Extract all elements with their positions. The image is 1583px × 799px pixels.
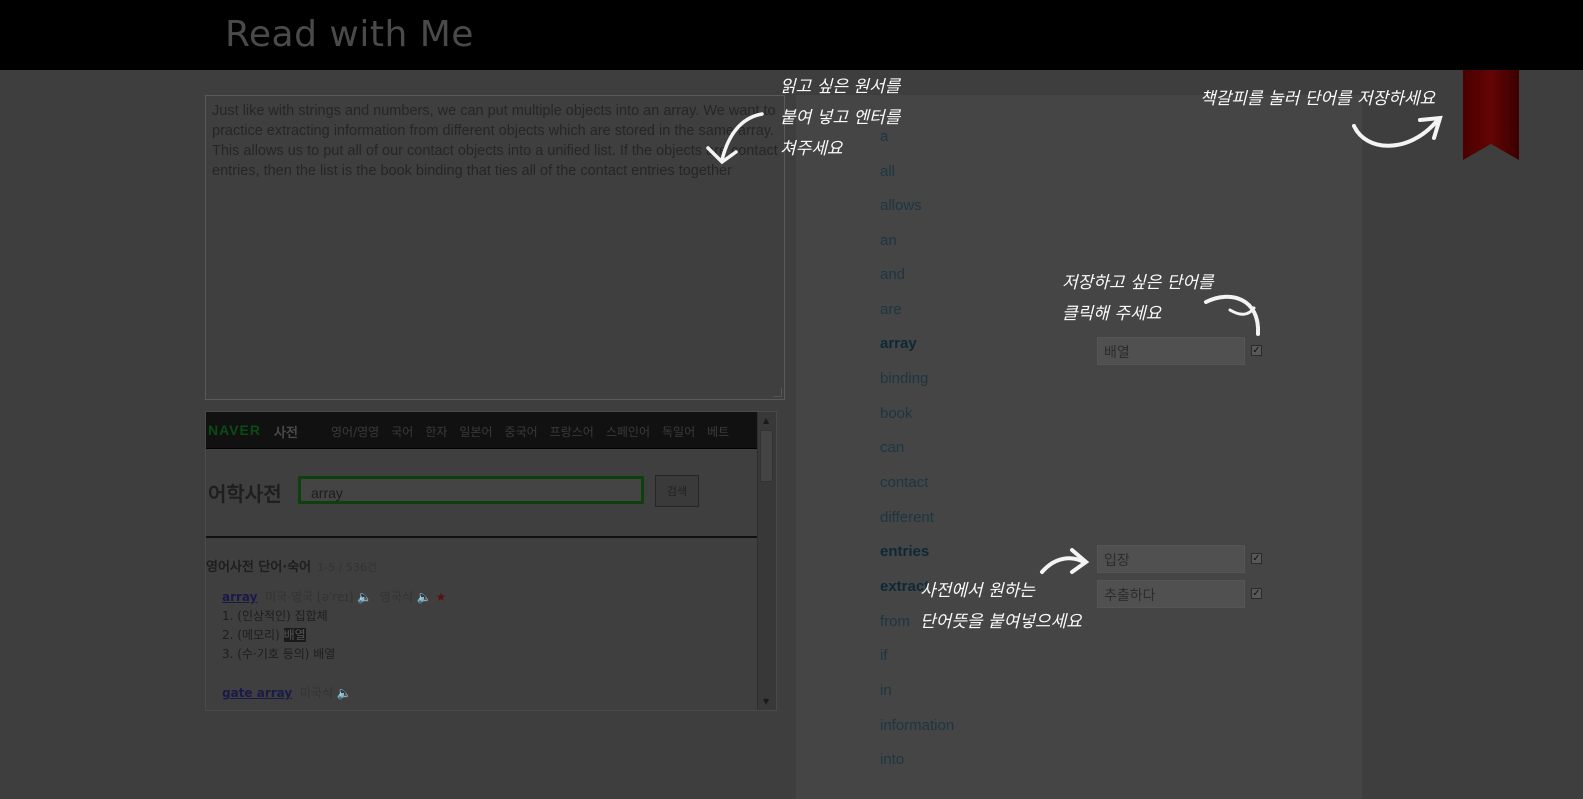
speaker-icon[interactable]: 🔈	[357, 590, 372, 604]
save-checkbox[interactable]: ✓	[1251, 553, 1262, 564]
dictionary-title: 어학사전	[208, 482, 282, 506]
word-item[interactable]: contact	[880, 474, 928, 491]
tab-hanja[interactable]: 한자	[425, 423, 447, 440]
save-checkbox[interactable]: ✓	[1251, 588, 1262, 599]
document-paragraph: This allows us to put all of our contact…	[212, 143, 778, 179]
bookmark-icon[interactable]	[1463, 70, 1519, 160]
word-item[interactable]: and	[880, 266, 905, 283]
scroll-up-icon[interactable]: ▲	[763, 416, 769, 425]
entry-sense: 3. (수·기호 등의) 배열	[222, 647, 336, 661]
resize-grip[interactable]	[773, 388, 782, 397]
word-item[interactable]: allows	[880, 197, 922, 214]
tab-zh[interactable]: 중국어	[505, 423, 538, 440]
word-item[interactable]: from	[880, 613, 910, 630]
arrow-icon	[1352, 115, 1443, 148]
entry-pronunciation: 미국식	[299, 686, 333, 700]
word-item-selected[interactable]: array	[880, 335, 917, 352]
dictionary-language-tabs: 영어/영영 국어 한자 일본어 중국어 프랑스어 스페인어 독일어 베트	[331, 423, 729, 440]
dictionary-nav: NAVER 사전 영어/영영 국어 한자 일본어 중국어 프랑스어 스페인어 독…	[206, 412, 758, 449]
tab-de[interactable]: 독일어	[662, 423, 695, 440]
save-checkbox[interactable]: ✓	[1251, 345, 1262, 356]
speaker-icon[interactable]: 🔈	[337, 686, 352, 700]
dictionary-search-input[interactable]: array	[298, 476, 644, 504]
dictionary-frame: NAVER 사전 영어/영영 국어 한자 일본어 중국어 프랑스어 스페인어 독…	[205, 411, 777, 711]
dictionary-scrollbar[interactable]: ▲ ▼	[757, 412, 776, 710]
entry-sense: 1. (인상적인) 집합체	[222, 609, 328, 623]
word-item-selected[interactable]: entries	[880, 543, 929, 560]
app-title: Read with Me	[225, 14, 474, 55]
word-item[interactable]: in	[880, 682, 892, 699]
tab-ja[interactable]: 일본어	[459, 423, 492, 440]
document-textarea[interactable]: Just like with strings and numbers, we c…	[205, 95, 785, 400]
meaning-input-array[interactable]: 배열	[1097, 337, 1245, 365]
entry-sense-text: 2. (메모리)	[222, 628, 284, 642]
arrow-icon	[1204, 294, 1261, 336]
entry-pronunciation: 미국·영국 [əˈreɪ]	[265, 590, 354, 604]
scrollbar-thumb[interactable]	[760, 430, 773, 482]
tip-dictionary: 사전에서 원하는 단어뜻을 붙여넣으세요	[920, 581, 1082, 632]
meaning-input-extract[interactable]: 추출하다	[1097, 580, 1245, 608]
word-item[interactable]: binding	[880, 370, 928, 387]
meaning-input-entries[interactable]: 입장	[1097, 545, 1245, 573]
dictionary-section-title: 영어사전 단어·숙어 1-5 / 536건	[206, 556, 377, 575]
document-paragraph: Just like with strings and numbers, we c…	[212, 103, 776, 139]
tab-ko[interactable]: 국어	[391, 423, 413, 440]
speaker-icon[interactable]: 🔈	[417, 590, 432, 604]
result-count: 1-5 / 536건	[317, 561, 377, 574]
dictionary-entry: gate array 미국식 🔈	[222, 684, 352, 703]
entry-headword-link[interactable]: gate array	[222, 686, 292, 700]
dictionary-search-row: 어학사전 array 검색	[206, 474, 758, 514]
tip-paste-text: 읽고 싶은 원서를 붙여 넣고 엔터를 쳐주세요	[780, 77, 901, 159]
word-item[interactable]: all	[880, 163, 895, 180]
highlighted-meaning[interactable]: 배열	[283, 628, 306, 642]
dictionary-search-button[interactable]: 검색	[655, 475, 699, 507]
divider	[206, 536, 758, 538]
word-item[interactable]: different	[880, 509, 934, 526]
entry-alt-pronunciation: 영국식	[379, 590, 414, 604]
dictionary-logo-label[interactable]: 사전	[274, 422, 298, 441]
entry-sense: 2. (메모리) 배열	[222, 626, 446, 645]
dictionary-entry: array 미국·영국 [əˈreɪ] 🔈 영국식 🔈 ★ 1. (인상적인) …	[222, 588, 446, 664]
word-item[interactable]: into	[880, 751, 904, 768]
tab-es[interactable]: 스페인어	[606, 423, 650, 440]
word-item[interactable]: book	[880, 405, 913, 422]
arrow-icon	[706, 112, 764, 165]
word-item[interactable]: can	[880, 439, 904, 456]
naver-logo[interactable]: NAVER	[208, 422, 261, 438]
entry-headword-link[interactable]: array	[222, 590, 257, 604]
section-label: 영어사전 단어·숙어	[206, 560, 312, 575]
top-bar: Read with Me	[0, 0, 1583, 70]
word-item[interactable]: an	[880, 232, 897, 249]
tip-bookmark: 책갈피를 눌러 단어를 저장하세요	[1200, 89, 1436, 109]
arrow-icon	[1040, 548, 1090, 574]
tab-vi[interactable]: 베트	[707, 423, 729, 440]
word-item[interactable]: if	[880, 647, 888, 664]
tip-click-word: 저장하고 싶은 단어를 클릭해 주세요	[1062, 273, 1214, 324]
word-item[interactable]: are	[880, 301, 902, 318]
tab-fr[interactable]: 프랑스어	[550, 423, 594, 440]
scroll-down-icon[interactable]: ▼	[763, 697, 769, 706]
word-item[interactable]: information	[880, 717, 954, 734]
tab-en[interactable]: 영어/영영	[331, 423, 379, 440]
star-icon[interactable]: ★	[436, 590, 447, 604]
